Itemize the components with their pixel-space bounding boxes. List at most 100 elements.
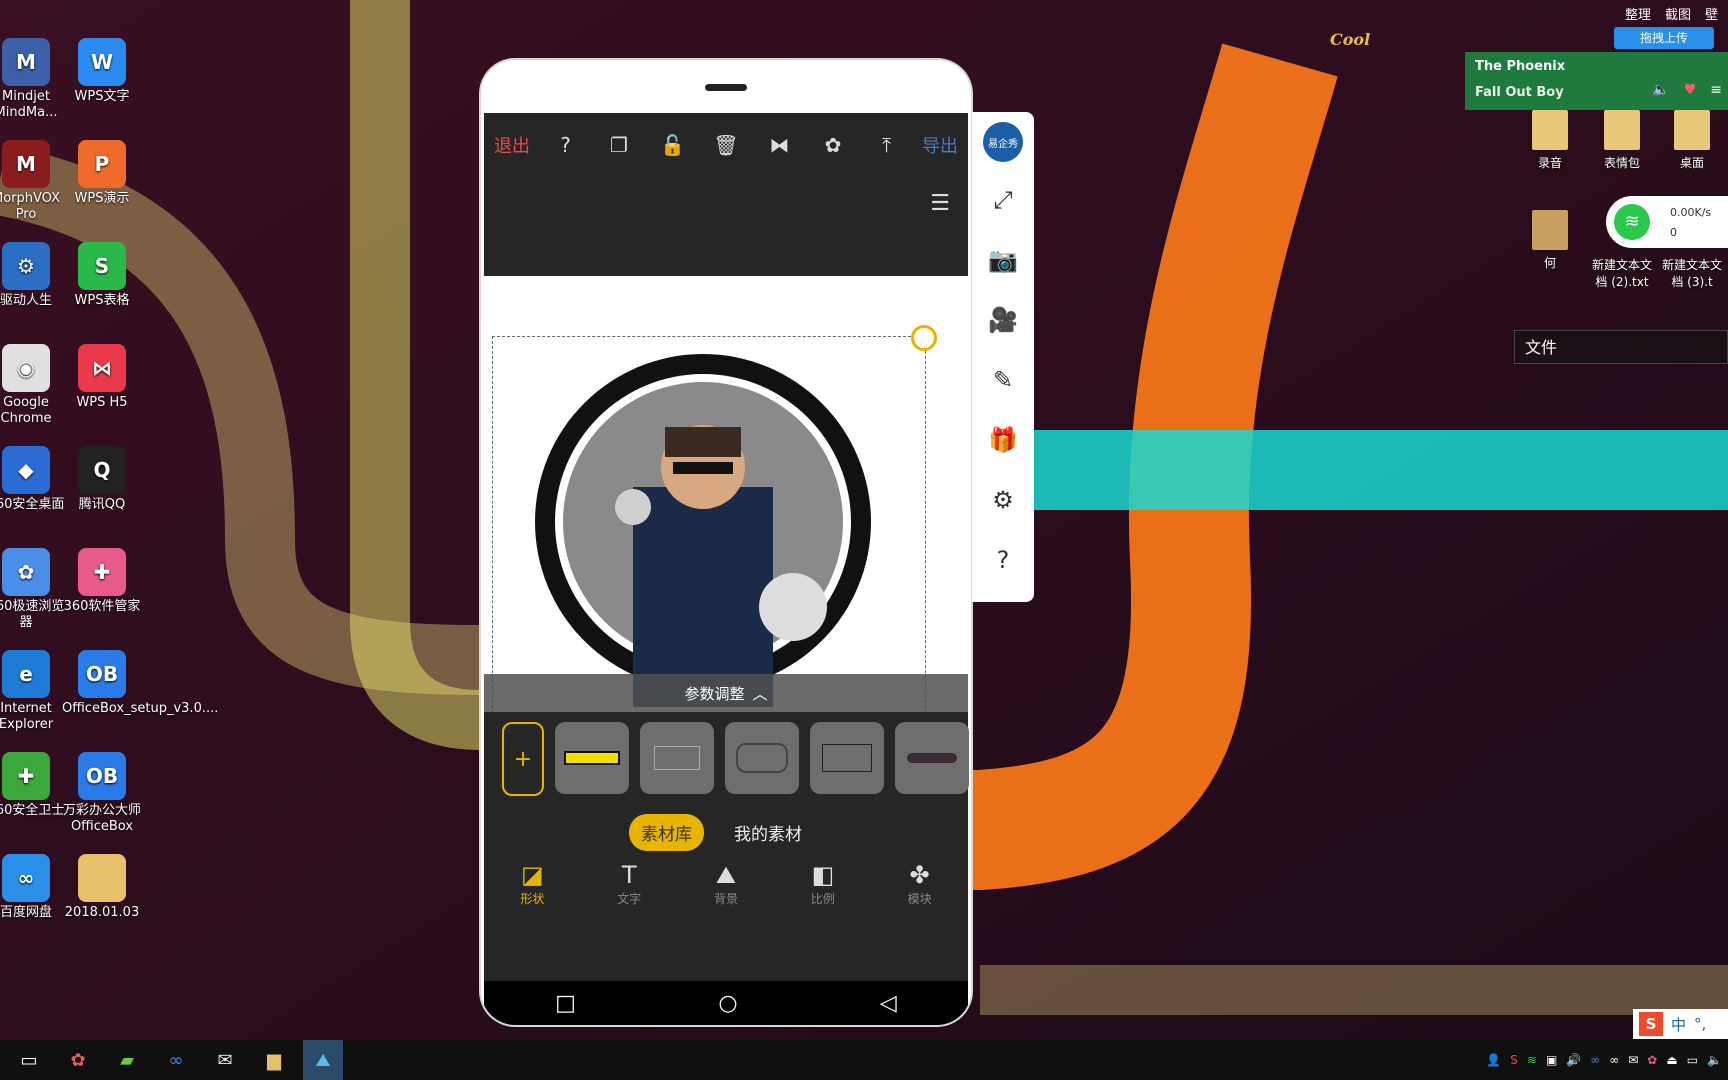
task-view-icon[interactable]: ▭ [9, 1040, 49, 1080]
desktop-icon[interactable]: ◉ Google Chrome [0, 344, 66, 427]
tray-network-icon[interactable]: ▭ [1687, 1053, 1698, 1067]
wallpaper-button[interactable]: 壁 [1705, 4, 1718, 23]
back-icon[interactable]: ◁ [880, 991, 897, 1016]
tab-library[interactable]: 素材库 [629, 814, 704, 851]
cool-necklace: Cool [1330, 30, 1371, 49]
desktop-icon[interactable]: OB OfficeBox_setup_v3.0.... [62, 650, 218, 717]
nav-item[interactable]: T 文字 [599, 860, 659, 920]
ime-punct[interactable]: °, [1694, 1015, 1706, 1033]
help-circle-icon[interactable]: ? [972, 530, 1034, 590]
wifi-widget[interactable]: ≋ 0.00K/s 0 [1606, 196, 1728, 248]
copy-icon[interactable]: ❐ [601, 127, 637, 163]
desktop-icon[interactable]: P WPS演示 [62, 140, 142, 207]
tray-usb-icon[interactable]: ⏏ [1666, 1053, 1677, 1067]
file-item[interactable]: 新建文本文档 (2).txt [1587, 256, 1657, 290]
file-item[interactable]: 表情包 [1587, 110, 1657, 171]
desktop-icon[interactable]: ✚ 360软件管家 [62, 548, 142, 615]
tab-my-materials[interactable]: 我的素材 [722, 814, 814, 851]
tray-flower-icon[interactable]: ✿ [1647, 1053, 1657, 1067]
nav-item[interactable]: ◧ 比例 [793, 860, 853, 920]
lock-icon[interactable]: 🔓 [655, 127, 691, 163]
layers-icon[interactable]: ☰ [930, 191, 950, 216]
music-widget[interactable]: The Phoenix Fall Out Boy 🔈 ♥ ≡ [1465, 52, 1728, 110]
desktop-icon[interactable]: 2018.01.03 [62, 854, 142, 921]
video-record-icon[interactable]: 🎥 [972, 290, 1034, 350]
module-icon: ✤ [909, 861, 930, 889]
taskbar-wechat-icon[interactable]: ✉ [205, 1040, 245, 1080]
tray-volume-icon[interactable]: 🔊 [1566, 1053, 1581, 1067]
desktop-icon[interactable]: ✿360极速浏览器 [0, 548, 66, 631]
taskbar-explorer-icon[interactable]: ▆ [254, 1040, 294, 1080]
move-top-icon[interactable]: ⤒ [869, 127, 905, 163]
desktop-icon[interactable]: ◆ 360安全桌面 [0, 446, 66, 513]
desktop-icon-label: 360安全卫士 [0, 803, 65, 818]
desktop-icon[interactable]: S WPS表格 [62, 242, 142, 309]
brush-icon[interactable]: ✎ [972, 350, 1034, 410]
material-thumb-outline[interactable] [640, 722, 714, 794]
param-adjust-bar[interactable]: 参数调整 ︿ [484, 674, 968, 712]
file-item[interactable]: 新建文本文档 (3).t [1657, 256, 1727, 290]
tray-app-icon[interactable]: ▣ [1546, 1053, 1557, 1067]
nav-item[interactable]: ✤ 模块 [890, 860, 950, 920]
gift-icon[interactable]: 🎁 [972, 410, 1034, 470]
help-icon[interactable]: ? [548, 127, 584, 163]
settings-gear-icon[interactable]: ⚙ [972, 470, 1034, 530]
nav-item[interactable]: ⛰ 背景 [696, 860, 756, 920]
desktop-icon[interactable]: Q 腾讯QQ [62, 446, 142, 513]
input-method-bar[interactable]: S 中 °, [1633, 1009, 1728, 1039]
app-logo[interactable]: 易企秀 [983, 122, 1023, 162]
flip-icon[interactable]: ⧓ [762, 127, 798, 163]
exit-button[interactable]: 退出 [494, 127, 530, 163]
desktop-icon-label: WPS表格 [74, 293, 130, 308]
desktop-icon[interactable]: ⚙ 驱动人生 [0, 242, 66, 309]
volume-icon[interactable]: 🔈 [1652, 82, 1669, 98]
rotate-handle[interactable] [911, 325, 937, 351]
file-item[interactable]: 桌面 [1657, 110, 1727, 171]
add-material-button[interactable]: + [502, 722, 544, 796]
desktop-icon[interactable]: MMorphVOX Pro [0, 140, 66, 223]
export-button[interactable]: 导出 [922, 127, 958, 163]
tray-chat-icon[interactable]: ✉ [1628, 1053, 1638, 1067]
screenshot-button[interactable]: 截图 [1665, 4, 1691, 23]
organize-button[interactable]: 整理 [1625, 4, 1651, 23]
material-thumb-yellow-bar[interactable] [555, 722, 629, 794]
desktop-icon[interactable]: M Mindjet MindMa... [0, 38, 66, 121]
tray-baidu-icon[interactable]: ∞ [1590, 1053, 1600, 1067]
material-thumb-dark-bar[interactable] [895, 722, 969, 794]
ime-language[interactable]: 中 [1671, 1014, 1686, 1035]
delete-icon[interactable]: 🗑 [708, 127, 744, 163]
nav-item-label: 形状 [520, 892, 545, 906]
filter-icon[interactable]: ✿ [815, 127, 851, 163]
desktop-icon[interactable]: e Internet Explorer [0, 650, 66, 733]
app-icon [78, 854, 126, 902]
tray-sogou-icon[interactable]: S [1510, 1053, 1518, 1067]
tray-speaker-icon[interactable]: 🔈 [1707, 1053, 1722, 1067]
taskbar-green-app-icon[interactable]: ▰ [107, 1040, 147, 1080]
taskbar-emulator-icon[interactable]: ⛰ [303, 1040, 343, 1080]
menu-icon[interactable]: ≡ [1710, 82, 1722, 98]
fullscreen-icon[interactable]: ⤢ [972, 170, 1034, 230]
desktop-icon[interactable]: OB 万彩办公大师OfficeBox [62, 752, 142, 835]
desktop-icon-label: 360安全桌面 [0, 497, 65, 512]
recents-icon[interactable]: □ [555, 991, 576, 1016]
taskbar-360browser-icon[interactable]: ✿ [58, 1040, 98, 1080]
tray-wifi-icon[interactable]: ≋ [1527, 1053, 1537, 1067]
material-thumb-ornate-frame[interactable] [725, 722, 799, 794]
upload-button[interactable]: 拖拽上传 [1614, 27, 1714, 49]
file-item[interactable]: 何 [1515, 210, 1585, 271]
taskbar-baidu-icon[interactable]: ∞ [156, 1040, 196, 1080]
nav-item[interactable]: ◪ 形状 [502, 860, 562, 920]
desktop-icon[interactable]: W WPS文字 [62, 38, 142, 105]
heart-icon[interactable]: ♥ [1684, 82, 1697, 98]
camera-icon[interactable]: 📷 [972, 230, 1034, 290]
home-icon[interactable]: ○ [718, 991, 737, 1016]
tray-link-icon[interactable]: ∞ [1609, 1053, 1619, 1067]
design-canvas[interactable] [484, 276, 968, 733]
people-icon[interactable]: 👤 [1486, 1053, 1501, 1067]
material-thumb-dot-frame[interactable] [810, 722, 884, 794]
desktop-icon[interactable]: ⋈ WPS H5 [62, 344, 142, 411]
desktop-icon[interactable]: ✚ 360安全卫士 [0, 752, 66, 819]
file-item[interactable]: 录音 [1515, 110, 1585, 171]
file-box[interactable]: 文件 [1514, 330, 1728, 364]
desktop-icon[interactable]: ∞ 百度网盘 [0, 854, 66, 921]
